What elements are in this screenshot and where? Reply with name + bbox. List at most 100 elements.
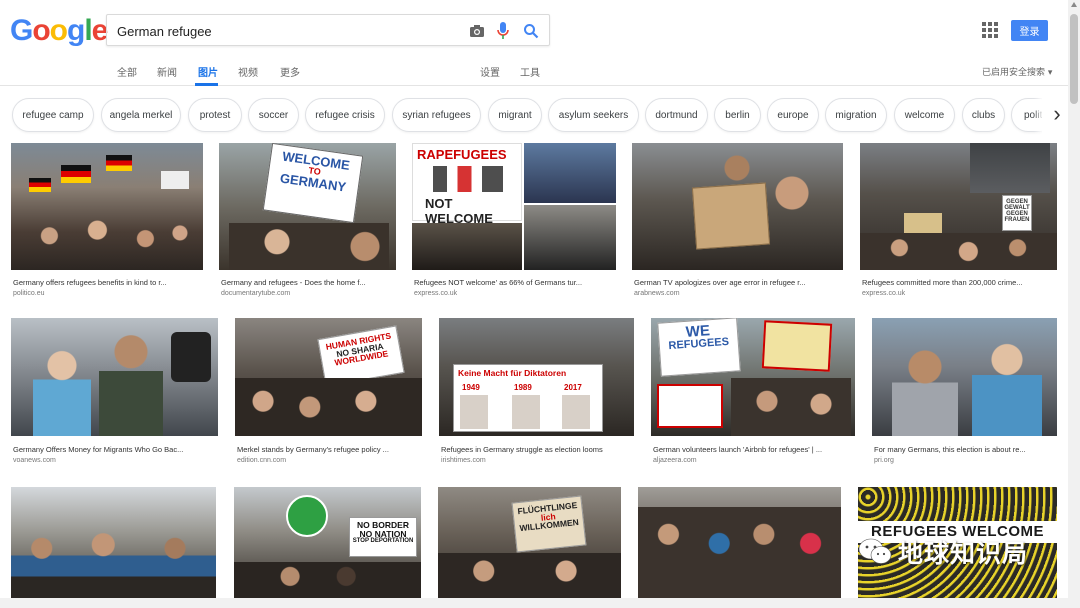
apps-grid-icon[interactable]	[982, 22, 998, 38]
result-source[interactable]: arabnews.com	[634, 290, 680, 297]
image-result[interactable]: WE REFUGEES German volunteers launch 'Ai…	[651, 318, 855, 468]
sign-text: 1989	[514, 383, 532, 392]
result-thumbnail[interactable]: Keine Macht für Diktatoren 1949 1989 201…	[439, 318, 634, 436]
tab-tools[interactable]: 工具	[520, 64, 540, 79]
tab-more[interactable]: 更多	[280, 64, 300, 79]
chip-soccer[interactable]: soccer	[248, 98, 299, 132]
result-source[interactable]: express.co.uk	[862, 290, 905, 297]
image-result[interactable]: WELCOME TO GERMANY Germany and refugees …	[219, 143, 396, 303]
sign-text: RAPEFUGEES	[417, 147, 507, 162]
image-result[interactable]: NO BORDER NO NATION STOP DEPORTATION	[234, 487, 421, 598]
result-source[interactable]: aljazeera.com	[653, 457, 697, 464]
image-result[interactable]: Germany Offers Money for Migrants Who Go…	[11, 318, 218, 468]
logo-letter: o	[32, 14, 50, 47]
logo-letter: g	[67, 14, 85, 47]
result-thumbnail[interactable]	[632, 143, 843, 270]
watermark: 地球知识局	[858, 532, 1058, 572]
chip-migration[interactable]: migration	[825, 98, 887, 132]
search-input[interactable]	[117, 21, 447, 41]
image-result[interactable]: Germany offers refugees benefits in kind…	[11, 143, 203, 303]
image-result[interactable]: Keine Macht für Diktatoren 1949 1989 201…	[439, 318, 634, 468]
result-thumbnail[interactable]: GEGEN GEWALT GEGEN FRAUEN	[860, 143, 1057, 270]
sign-text: Keine Macht für Diktatoren	[458, 368, 567, 378]
result-caption[interactable]: Refugees NOT welcome' as 66% of Germans …	[414, 278, 614, 287]
result-thumbnail[interactable]: NO BORDER NO NATION STOP DEPORTATION	[234, 487, 421, 598]
chip-refugee-camp[interactable]: refugee camp	[12, 98, 94, 132]
result-source[interactable]: pri.org	[874, 457, 894, 464]
result-thumbnail[interactable]: WE REFUGEES	[651, 318, 855, 436]
image-result[interactable]: FLÜCHTLINGE lich WILLKOMMEN	[438, 487, 621, 598]
scroll-thumb[interactable]	[1070, 14, 1078, 104]
chip-clubs[interactable]: clubs	[962, 98, 1005, 132]
search-box	[106, 14, 550, 46]
chip-dortmund[interactable]: dortmund	[645, 98, 708, 132]
result-caption[interactable]: German TV apologizes over age error in r…	[634, 278, 841, 287]
result-source[interactable]: irishtimes.com	[441, 457, 486, 464]
result-caption[interactable]: Refugees in Germany struggle as election…	[441, 445, 632, 454]
chip-welcome[interactable]: welcome	[894, 98, 955, 132]
search-icon[interactable]	[521, 21, 541, 41]
chip-refugee-crisis[interactable]: refugee crisis	[305, 98, 385, 132]
tab-settings[interactable]: 设置	[480, 64, 500, 79]
result-thumbnail[interactable]	[11, 318, 218, 436]
watermark-text: 地球知识局	[898, 539, 1029, 568]
result-source[interactable]: express.co.uk	[414, 290, 457, 297]
chip-protest[interactable]: protest	[188, 98, 242, 132]
tab-news[interactable]: 新闻	[157, 64, 177, 79]
result-thumbnail[interactable]	[872, 318, 1057, 436]
result-caption[interactable]: For many Germans, this election is about…	[874, 445, 1055, 454]
sign-text: 1949	[462, 383, 480, 392]
vertical-scrollbar[interactable]	[1068, 0, 1080, 608]
result-thumbnail[interactable]: WELCOME TO GERMANY	[219, 143, 396, 270]
image-result[interactable]	[638, 487, 841, 598]
logo-letter: l	[84, 14, 92, 47]
image-result[interactable]: GEGEN GEWALT GEGEN FRAUEN Refugees commi…	[860, 143, 1057, 303]
result-source[interactable]: politico.eu	[13, 290, 45, 297]
result-source[interactable]: documentarytube.com	[221, 290, 290, 297]
result-source[interactable]: voanews.com	[13, 457, 56, 464]
image-result[interactable]: For many Germans, this election is about…	[872, 318, 1057, 468]
result-thumbnail[interactable]: RAPEFUGEES NOT WELCOME	[412, 143, 616, 270]
safe-search-toggle[interactable]: 已启用安全搜索 ▾	[982, 65, 1052, 78]
result-source[interactable]: edition.cnn.com	[237, 457, 286, 464]
camera-icon[interactable]	[467, 21, 487, 41]
result-caption[interactable]: Germany and refugees - Does the home f..…	[221, 278, 394, 287]
sign-text: STOP DEPORTATION	[352, 538, 414, 544]
google-images-page: Google 登录 全部 新闻 图片 视频 更多 设置 工具	[0, 0, 1080, 608]
microphone-icon[interactable]	[493, 21, 513, 41]
chip-syrian-refugees[interactable]: syrian refugees	[392, 98, 481, 132]
tab-images[interactable]: 图片	[198, 64, 218, 79]
result-thumbnail[interactable]: FLÜCHTLINGE lich WILLKOMMEN	[438, 487, 621, 598]
result-caption[interactable]: Germany offers refugees benefits in kind…	[13, 278, 201, 287]
image-result[interactable]: German TV apologizes over age error in r…	[632, 143, 843, 303]
result-thumbnail[interactable]	[11, 487, 216, 598]
horizontal-scrollbar[interactable]	[0, 598, 1068, 608]
image-result[interactable]: HUMAN RIGHTS NO SHARIA WORLDWIDE Merkel …	[235, 318, 422, 468]
result-thumbnail[interactable]	[638, 487, 841, 598]
chip-berlin[interactable]: berlin	[714, 98, 761, 132]
login-button[interactable]: 登录	[1011, 20, 1048, 41]
sign-text: 2017	[564, 383, 582, 392]
chip-asylum-seekers[interactable]: asylum seekers	[548, 98, 639, 132]
result-caption[interactable]: Merkel stands by Germany's refugee polic…	[237, 445, 420, 454]
image-result[interactable]: RAPEFUGEES NOT WELCOME Refugees NOT welc…	[412, 143, 616, 303]
sign-text: FRAUEN	[1004, 217, 1030, 223]
google-logo[interactable]: Google	[10, 14, 109, 48]
result-caption[interactable]: Refugees committed more than 200,000 cri…	[862, 278, 1055, 287]
chip-europe[interactable]: europe	[767, 98, 819, 132]
result-thumbnail[interactable]	[11, 143, 203, 270]
logo-letter: o	[49, 14, 68, 47]
active-tab-underline	[195, 83, 218, 86]
result-caption[interactable]: German volunteers launch 'Airbnb for ref…	[653, 445, 853, 454]
logo-letter: G	[10, 14, 33, 47]
result-caption[interactable]: Germany Offers Money for Migrants Who Go…	[13, 445, 216, 454]
scroll-up-arrow-icon[interactable]	[1071, 2, 1077, 7]
logo-letter: e	[91, 14, 109, 47]
sign-text: NOT WELCOME	[425, 196, 493, 226]
chip-angela-merkel[interactable]: angela merkel	[101, 98, 181, 132]
tab-videos[interactable]: 视频	[238, 64, 258, 79]
tab-all[interactable]: 全部	[117, 64, 137, 79]
result-thumbnail[interactable]: HUMAN RIGHTS NO SHARIA WORLDWIDE	[235, 318, 422, 436]
image-result[interactable]	[11, 487, 216, 598]
chip-migrant[interactable]: migrant	[488, 98, 542, 132]
